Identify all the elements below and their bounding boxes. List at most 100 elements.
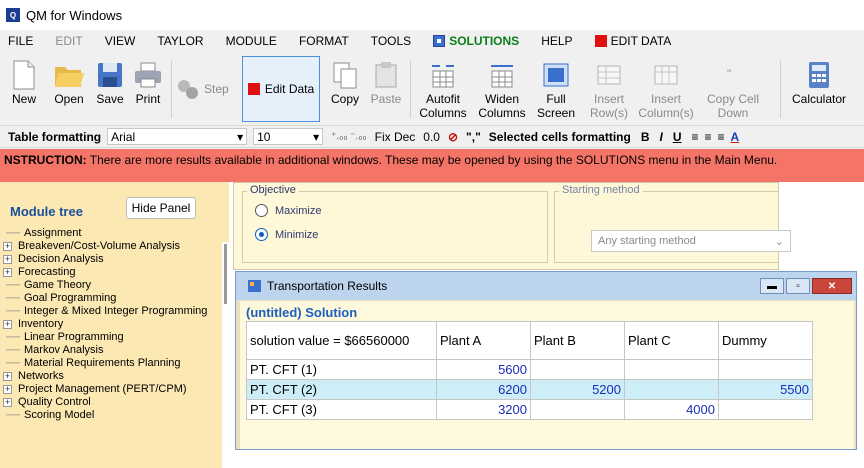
table-cell[interactable]	[624, 359, 719, 380]
starting-method-select[interactable]: Any starting method ⌄	[591, 230, 791, 252]
menu-view[interactable]: VIEW	[105, 34, 136, 48]
expand-plus-icon[interactable]: +	[3, 255, 12, 264]
menu-edit-data[interactable]: EDIT DATA	[594, 34, 671, 48]
save-button[interactable]: Save	[92, 58, 128, 122]
edit-data-button[interactable]: Edit Data	[242, 56, 320, 122]
minimize-radio[interactable]: Minimize	[255, 228, 318, 241]
row-label[interactable]: PT. CFT (3)	[246, 399, 437, 420]
italic-button[interactable]: I	[659, 130, 662, 144]
hide-panel-button[interactable]: Hide Panel	[126, 197, 196, 219]
expand-plus-icon[interactable]: +	[3, 268, 12, 277]
table-cell[interactable]: 3200	[436, 399, 531, 420]
maximize-radio[interactable]: Maximize	[255, 204, 321, 217]
tree-item[interactable]: + Networks	[0, 370, 222, 383]
align-right-icon[interactable]: ≡	[718, 130, 725, 144]
insrow-label-1: Insert	[593, 92, 624, 106]
menu-file[interactable]: FILE	[8, 34, 33, 48]
solution-value-header[interactable]: solution value = $66560000	[246, 321, 437, 360]
maximize-window-icon[interactable]: ▫	[786, 278, 810, 294]
tree-item[interactable]: + Inventory	[0, 318, 222, 331]
font-size-select[interactable]: 10 ▾	[253, 128, 324, 145]
insert-rows-button[interactable]: Insert Row(s)	[586, 58, 632, 122]
underline-button[interactable]: U	[673, 130, 682, 144]
tree-item[interactable]: ── Assignment	[0, 227, 222, 240]
row-label[interactable]: PT. CFT (2)	[246, 379, 437, 400]
results-title-bar[interactable]: Transportation Results ▬ ▫ ✕	[236, 272, 856, 300]
expand-plus-icon[interactable]: +	[3, 372, 12, 381]
table-cell[interactable]: 4000	[624, 399, 719, 420]
table-cell[interactable]	[530, 359, 625, 380]
new-button[interactable]: New	[6, 58, 42, 122]
new-file-icon	[13, 60, 35, 90]
table-cell[interactable]: 5600	[436, 359, 531, 380]
expand-plus-icon[interactable]: +	[3, 242, 12, 251]
tree-scrollbar[interactable]	[222, 242, 229, 468]
open-button[interactable]: Open	[50, 58, 88, 122]
table-cell[interactable]	[718, 399, 813, 420]
menu-module[interactable]: MODULE	[226, 34, 277, 48]
column-header-plant-b[interactable]: Plant B	[530, 321, 625, 360]
tree-item[interactable]: ── Integer & Mixed Integer Programming	[0, 305, 222, 318]
fix-dec-button[interactable]: Fix Dec	[375, 130, 416, 144]
row-label[interactable]: PT. CFT (1)	[246, 359, 437, 380]
align-left-icon[interactable]: ≡	[692, 130, 699, 144]
tree-item[interactable]: ── Game Theory	[0, 279, 222, 292]
column-header-plant-c[interactable]: Plant C	[624, 321, 719, 360]
widen-label-2: Columns	[478, 106, 526, 120]
print-button[interactable]: Print	[130, 58, 166, 122]
copy-icon	[333, 62, 357, 89]
menu-tools[interactable]: TOOLS	[371, 34, 411, 48]
table-cell[interactable]: 5500	[718, 379, 813, 400]
step-button[interactable]: Step	[176, 52, 236, 126]
full-screen-button[interactable]: Full Screen	[532, 58, 580, 122]
tree-item[interactable]: + Project Management (PERT/CPM)	[0, 383, 222, 396]
align-center-icon[interactable]: ≡	[705, 130, 712, 144]
starting-method-group: Starting method Any starting method ⌄	[554, 184, 791, 263]
menu-help[interactable]: HELP	[541, 34, 572, 48]
tree-item[interactable]: + Breakeven/Cost-Volume Analysis	[0, 240, 222, 253]
expand-plus-icon[interactable]: +	[3, 320, 12, 329]
tree-item[interactable]: ── Material Requirements Planning	[0, 357, 222, 370]
menu-taylor[interactable]: TAYLOR	[157, 34, 203, 48]
minimize-window-icon[interactable]: ▬	[760, 278, 784, 294]
menu-edit[interactable]: EDIT	[55, 34, 82, 48]
widen-columns-button[interactable]: Widen Columns	[474, 58, 530, 122]
tree-item[interactable]: + Decision Analysis	[0, 253, 222, 266]
tree-item[interactable]: ── Linear Programming	[0, 331, 222, 344]
comma-button[interactable]: ","	[466, 130, 481, 144]
table-cell[interactable]	[718, 359, 813, 380]
calculator-button[interactable]: Calculator	[786, 58, 852, 122]
table-cell[interactable]: 6200	[436, 379, 531, 400]
copy-cell-down-button[interactable]: " Copy Cell Down	[700, 58, 766, 122]
copy-button[interactable]: Copy	[328, 58, 362, 122]
bold-button[interactable]: B	[641, 130, 650, 144]
table-formatting-label: Table formatting	[8, 129, 102, 144]
tree-item[interactable]: ── Scoring Model	[0, 409, 222, 422]
close-window-icon[interactable]: ✕	[812, 278, 852, 294]
table-cell[interactable]	[530, 399, 625, 420]
tree-item[interactable]: ── Markov Analysis	[0, 344, 222, 357]
menu-format[interactable]: FORMAT	[299, 34, 349, 48]
no-zero-icon[interactable]: ⊘	[448, 130, 458, 144]
insert-columns-button[interactable]: Insert Column(s)	[636, 58, 696, 122]
table-row: PT. CFT (3) 3200 4000	[246, 399, 813, 420]
zero-format-button[interactable]: 0.0	[423, 130, 440, 144]
column-header-dummy[interactable]: Dummy	[718, 321, 813, 360]
autofit-columns-button[interactable]: Autofit Columns	[414, 58, 472, 122]
font-color-icon[interactable]: A	[731, 130, 740, 144]
table-cell[interactable]	[624, 379, 719, 400]
table-cell[interactable]: 5200	[530, 379, 625, 400]
expand-plus-icon[interactable]: +	[3, 398, 12, 407]
menu-solutions[interactable]: SOLUTIONS	[433, 34, 519, 48]
tree-item[interactable]: ── Goal Programming	[0, 292, 222, 305]
tree-item[interactable]: + Quality Control	[0, 396, 222, 409]
expand-plus-icon[interactable]: +	[3, 385, 12, 394]
font-select[interactable]: Arial ▾	[107, 128, 248, 145]
decimal-buttons-icon[interactable]: ⁺.₀₀ ⁻.₀₀	[331, 131, 367, 142]
paste-button[interactable]: Paste	[366, 58, 406, 122]
chevron-down-icon: ▾	[313, 129, 320, 144]
column-header-plant-a[interactable]: Plant A	[436, 321, 531, 360]
objective-group: Objective Maximize Minimize	[242, 184, 548, 263]
tree-item[interactable]: + Forecasting	[0, 266, 222, 279]
tree-connector-icon: ──	[6, 358, 21, 369]
